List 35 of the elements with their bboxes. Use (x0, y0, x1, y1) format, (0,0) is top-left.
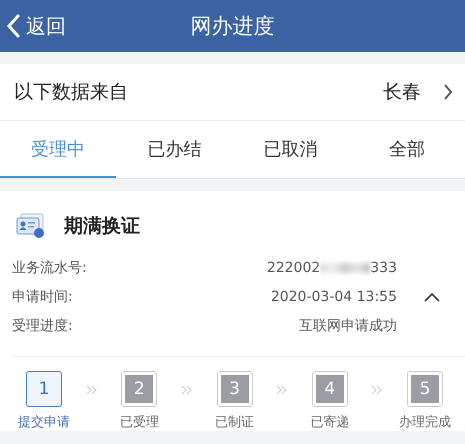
step-number: 1 (26, 371, 62, 407)
double-chevron-icon (180, 385, 193, 395)
step-number: 2 (121, 371, 158, 407)
field-label: 受理进度: (12, 316, 73, 334)
id-card-icon (16, 213, 46, 239)
tab[interactable]: 全部 (348, 121, 465, 178)
city-name: 长春 (383, 80, 421, 105)
field-value: 333 (370, 260, 397, 276)
blurred-text-drawing (320, 262, 370, 272)
source-label: 以下数据来自 (14, 80, 129, 105)
tab[interactable]: 已办结 (116, 121, 232, 178)
field-value: 2020-03-04 13:55 (270, 288, 397, 304)
field-value: 互联网申请成功 (299, 316, 397, 334)
tab[interactable]: 已取消 (232, 121, 349, 178)
step-number: 4 (312, 371, 348, 407)
field-value: 222002 (266, 260, 320, 276)
double-chevron-icon (276, 385, 288, 395)
double-chevron-icon (86, 385, 98, 395)
step-label: 已受理 (120, 414, 159, 431)
chevron-right-icon (443, 83, 453, 101)
step-label: 已寄递 (310, 414, 350, 431)
double-chevron-icon (371, 385, 384, 395)
card-title: 期满换证 (64, 214, 140, 239)
step-label: 已制证 (215, 414, 254, 431)
field-label: 申请时间: (12, 288, 73, 306)
field-label: 业务流水号: (12, 258, 87, 276)
back-button[interactable]: 返回 (0, 12, 66, 40)
city-selector[interactable]: 以下数据来自 长春 (0, 64, 465, 121)
page-title: 网办进度 (190, 13, 274, 40)
step-number: 3 (216, 371, 252, 407)
step-label: 提交申请 (18, 414, 70, 431)
step-number: 5 (407, 371, 443, 407)
chevron-up-icon (423, 290, 441, 302)
step-label: 办理完成 (399, 414, 451, 431)
back-icon (6, 14, 20, 38)
